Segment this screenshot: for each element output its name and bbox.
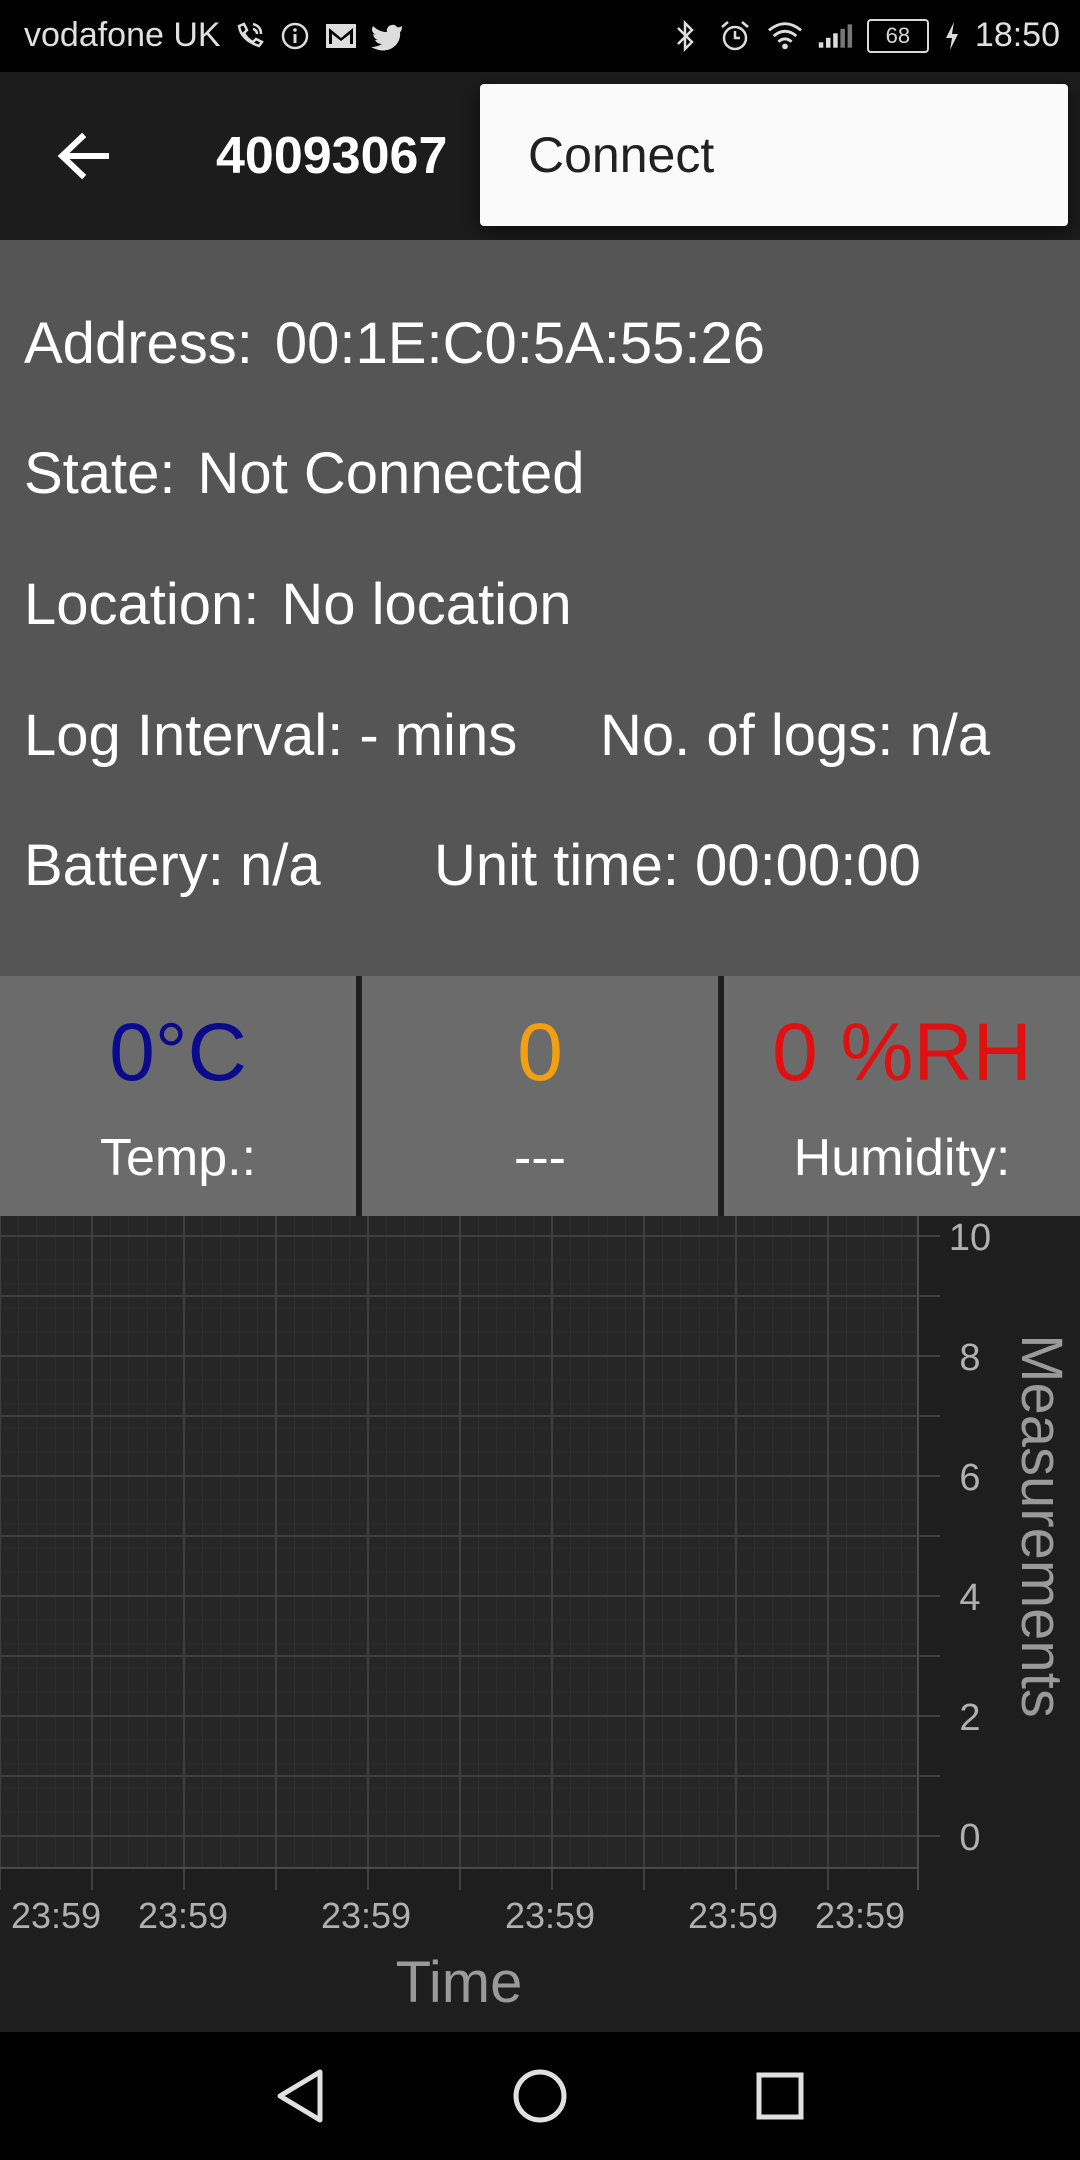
y-tick-label: 10 <box>949 1217 991 1259</box>
x-tick-label: 23:59 <box>505 1895 595 1936</box>
alarm-icon <box>717 18 753 54</box>
device-title: 40093067 <box>216 127 448 185</box>
info-icon <box>277 18 313 54</box>
y-tick-label: 2 <box>959 1697 980 1739</box>
y-tick-label: 4 <box>959 1577 980 1619</box>
address-label: Address: <box>24 311 253 376</box>
log-interval: Log Interval: - mins <box>24 703 518 768</box>
nav-back-button[interactable] <box>264 2060 336 2132</box>
nav-home-button[interactable] <box>504 2060 576 2132</box>
humidity-value: 0 %RH <box>772 1007 1032 1098</box>
humidity-label: Humidity: <box>793 1129 1011 1187</box>
x-tick-label: 23:59 <box>138 1895 228 1936</box>
battery-info: Battery: n/a <box>24 833 321 898</box>
state-label: State: <box>24 441 176 506</box>
secondary-tile: 0 --- <box>362 976 718 1216</box>
temperature-label: Temp.: <box>99 1129 257 1187</box>
temperature-value: 0°C <box>109 1007 247 1098</box>
menu-item-connect[interactable]: Connect <box>480 84 1068 226</box>
status-time: 18:50 <box>974 16 1060 54</box>
y-tick-label: 6 <box>959 1457 980 1499</box>
x-tick-label: 23:59 <box>815 1895 905 1936</box>
humidity-tile: 0 %RH Humidity: <box>724 976 1080 1216</box>
temperature-tile: 0°C Temp.: <box>0 976 356 1216</box>
secondary-label: --- <box>514 1129 566 1187</box>
x-tick-label: 23:59 <box>11 1895 101 1936</box>
arrow-back-icon <box>57 132 109 180</box>
address-row: Address: 00:1E:C0:5A:55:26 <box>24 310 765 377</box>
status-bar: vodafone UK 68 18:50 <box>0 0 1080 72</box>
twitter-icon <box>369 18 405 54</box>
state-row: State: Not Connected <box>24 440 584 507</box>
signal-icon <box>817 18 853 54</box>
navigation-bar <box>0 2032 1080 2160</box>
x-axis-label: Time <box>396 1950 523 2015</box>
location-label: Location: <box>24 572 260 637</box>
x-tick-label: 23:59 <box>688 1895 778 1936</box>
location-row: Location: No location <box>24 571 572 638</box>
charging-icon <box>943 18 961 54</box>
nav-home-icon <box>513 2069 567 2123</box>
y-tick-label: 0 <box>959 1817 980 1859</box>
measurement-chart[interactable]: 0 2 4 6 8 10 23:59 23:59 23:59 23:59 23:59 23:59 T… <box>0 1216 1080 2032</box>
x-tick-label: 23:59 <box>321 1895 411 1936</box>
location-value: No location <box>281 572 572 637</box>
device-info-panel: Address: 00:1E:C0:5A:55:26 State: Not Conn… <box>0 240 1080 976</box>
nav-recents-icon <box>756 2072 804 2120</box>
gmail-icon <box>323 18 359 54</box>
y-tick-label: 8 <box>959 1337 980 1379</box>
overflow-menu: Connect <box>480 84 1068 226</box>
bluetooth-icon <box>667 18 703 54</box>
battery-level: 68 <box>885 22 911 48</box>
readings-row: 0°C Temp.: 0 --- 0 %RH Humidity: <box>0 976 1080 1216</box>
carrier-name: vodafone UK <box>24 16 221 54</box>
nav-back-icon <box>277 2069 323 2123</box>
wifi-icon <box>767 18 803 54</box>
no-of-logs: No. of logs: n/a <box>600 703 991 768</box>
address-value: 00:1E:C0:5A:55:26 <box>274 311 766 376</box>
y-axis-label: Measurements <box>1009 1334 1074 1718</box>
battery-indicator: 68 <box>866 18 929 53</box>
back-button[interactable] <box>48 124 120 188</box>
wifi-calling-icon <box>231 18 267 54</box>
state-value: Not Connected <box>197 441 585 506</box>
chart-svg: 0 2 4 6 8 10 23:59 23:59 23:59 23:59 23:59 23:59 T… <box>0 1216 1074 2015</box>
nav-recents-button[interactable] <box>744 2060 816 2132</box>
unit-time: Unit time: 00:00:00 <box>434 833 921 898</box>
secondary-value: 0 <box>517 1007 563 1098</box>
